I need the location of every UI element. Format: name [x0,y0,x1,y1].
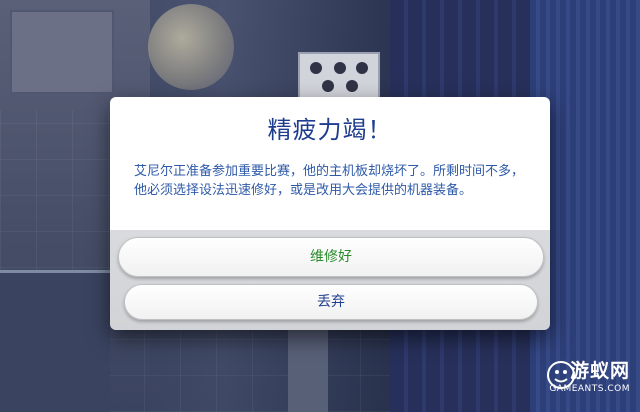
lamp [148,4,234,90]
table [0,270,110,412]
watermark-subtitle: GAMEANTS.COM [549,384,630,394]
watermark-title: 游蚁网 [569,360,630,382]
repair-button[interactable]: 维修好 [118,237,544,277]
dialog-content: 精疲力竭！ 艾尼尔正准备参加重要比赛，他的主机板却烧坏了。所剩时间不多，他必须选… [110,97,550,230]
discard-button[interactable]: 丢弃 [124,284,538,320]
cabinet [288,330,328,412]
dialog-description: 艾尼尔正准备参加重要比赛，他的主机板却烧坏了。所剩时间不多，他必须选择设法迅速修… [134,164,525,198]
dialog-title: 精疲力竭！ [267,116,393,144]
site-watermark: 游蚁网 GAMEANTS.COM [540,354,632,406]
dialog-choices: 维修好 丢弃 [110,230,550,330]
event-dialog: 精疲力竭！ 艾尼尔正准备参加重要比赛，他的主机板却烧坏了。所剩时间不多，他必须选… [110,97,550,330]
shelf [10,10,114,94]
